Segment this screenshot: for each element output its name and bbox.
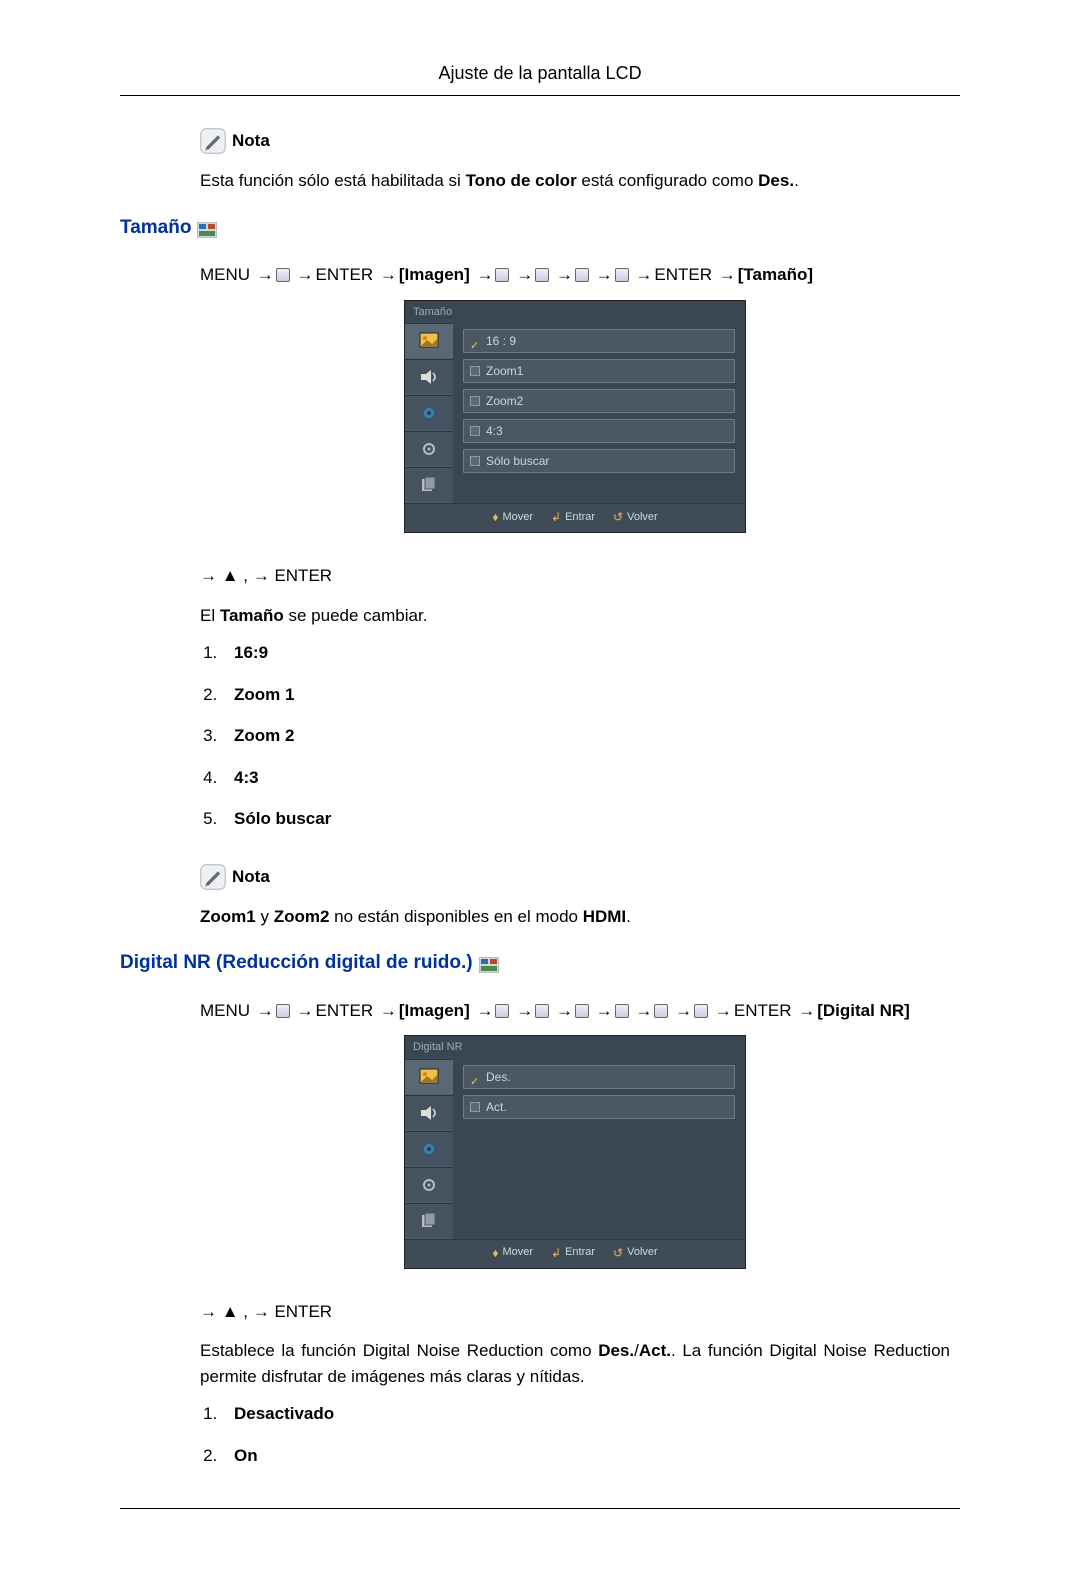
box-icon (470, 1102, 480, 1112)
list-item: Zoom 2 (222, 723, 950, 749)
button-glyph-icon (615, 1004, 629, 1018)
osd-option: 4:3 (463, 419, 735, 443)
osd-option: Zoom1 (463, 359, 735, 383)
osd-side-picture-icon (405, 323, 453, 359)
source-badge-icon (197, 220, 217, 236)
button-glyph-icon (654, 1004, 668, 1018)
button-glyph-icon (575, 268, 589, 282)
button-glyph-icon (535, 268, 549, 282)
return-icon: ↺ (613, 1244, 623, 1262)
button-glyph-icon (694, 1004, 708, 1018)
osd-side-sound-icon (405, 1095, 453, 1131)
osd-side-multi-icon (405, 431, 453, 467)
list-item: On (222, 1443, 950, 1469)
osd-footer: ♦Mover ↲Entrar ↺Volver (405, 503, 745, 532)
return-icon: ↺ (613, 508, 623, 526)
list-item: 16:9 (222, 640, 950, 666)
button-glyph-icon (276, 268, 290, 282)
osd-sidebar (405, 323, 453, 503)
pencil-icon (200, 128, 226, 154)
updown-icon: ♦ (492, 508, 498, 526)
note-block: Nota (200, 128, 950, 154)
page-title: Ajuste de la pantalla LCD (438, 63, 641, 83)
osd-side-multi-icon (405, 1167, 453, 1203)
osd-main: 16 : 9 Zoom1 Zoom2 4:3 Sólo buscar (453, 323, 745, 503)
enter-icon: ↲ (551, 508, 561, 526)
button-glyph-icon (615, 268, 629, 282)
section-heading-dnr: Digital NR (Reducción digital de ruido.) (120, 949, 960, 978)
osd-side-picture-icon (405, 1059, 453, 1095)
menu-path-tamano: MENU → →ENTER →[Imagen] → → → → →ENTER →… (200, 262, 950, 288)
osd-sidebar (405, 1059, 453, 1239)
box-icon (470, 456, 480, 466)
pencil-icon (200, 864, 226, 890)
list-item: Zoom 1 (222, 682, 950, 708)
box-icon (470, 396, 480, 406)
osd-option: 16 : 9 (463, 329, 735, 353)
osd-panel-tamano: Tamaño 16 : 9 Zoom1 Zoom2 4:3 Sólo busca… (404, 300, 746, 534)
sequence-line: → ▲ , → ENTER (200, 1299, 950, 1325)
osd-side-info-icon (405, 1203, 453, 1239)
osd-option: Zoom2 (463, 389, 735, 413)
footer-rule (120, 1508, 960, 1509)
box-icon (470, 426, 480, 436)
osd-title: Tamaño (405, 301, 745, 324)
osd-title: Digital NR (405, 1036, 745, 1059)
note-label: Nota (232, 128, 270, 154)
note-text-2: Zoom1 y Zoom2 no están disponibles en el… (200, 904, 950, 930)
button-glyph-icon (535, 1004, 549, 1018)
source-badge-icon (479, 955, 499, 971)
note-label: Nota (232, 864, 270, 890)
options-list-dnr: Desactivado On (222, 1401, 950, 1468)
list-item: Desactivado (222, 1401, 950, 1427)
sequence-line: → ▲ , → ENTER (200, 563, 950, 589)
note-block: Nota (200, 864, 950, 890)
osd-side-info-icon (405, 467, 453, 503)
desc-dnr: Establece la función Digital Noise Reduc… (200, 1338, 950, 1389)
check-icon (470, 336, 480, 346)
osd-main: Des. Act. (453, 1059, 745, 1239)
osd-panel-dnr: Digital NR Des. Act. ♦Mover ↲Entrar ↺Vol… (404, 1035, 746, 1269)
content: Nota Esta función sólo está habilitada s… (200, 128, 950, 194)
heading-text: Digital NR (Reducción digital de ruido.) (120, 949, 473, 978)
list-item: 4:3 (222, 765, 950, 791)
updown-icon: ♦ (492, 1244, 498, 1262)
enter-icon: ↲ (551, 1244, 561, 1262)
osd-option: Act. (463, 1095, 735, 1119)
page-header: Ajuste de la pantalla LCD (120, 60, 960, 96)
tamano-content: MENU → →ENTER →[Imagen] → → → → →ENTER →… (200, 262, 950, 929)
section-heading-tamano: Tamaño (120, 214, 960, 243)
options-list-tamano: 16:9 Zoom 1 Zoom 2 4:3 Sólo buscar (222, 640, 950, 832)
button-glyph-icon (276, 1004, 290, 1018)
note-text: Esta función sólo está habilitada si Ton… (200, 168, 950, 194)
osd-side-sound-icon (405, 359, 453, 395)
osd-side-setup-icon (405, 395, 453, 431)
box-icon (470, 366, 480, 376)
desc-tamano: El Tamaño se puede cambiar. (200, 603, 950, 629)
button-glyph-icon (495, 1004, 509, 1018)
list-item: Sólo buscar (222, 806, 950, 832)
osd-option: Des. (463, 1065, 735, 1089)
button-glyph-icon (575, 1004, 589, 1018)
button-glyph-icon (495, 268, 509, 282)
osd-option: Sólo buscar (463, 449, 735, 473)
osd-side-setup-icon (405, 1131, 453, 1167)
dnr-content: MENU → →ENTER →[Imagen] → → → → → → →ENT… (200, 998, 950, 1469)
heading-text: Tamaño (120, 214, 191, 243)
menu-path-dnr: MENU → →ENTER →[Imagen] → → → → → → →ENT… (200, 998, 950, 1024)
osd-footer: ♦Mover ↲Entrar ↺Volver (405, 1239, 745, 1268)
check-icon (470, 1072, 480, 1082)
